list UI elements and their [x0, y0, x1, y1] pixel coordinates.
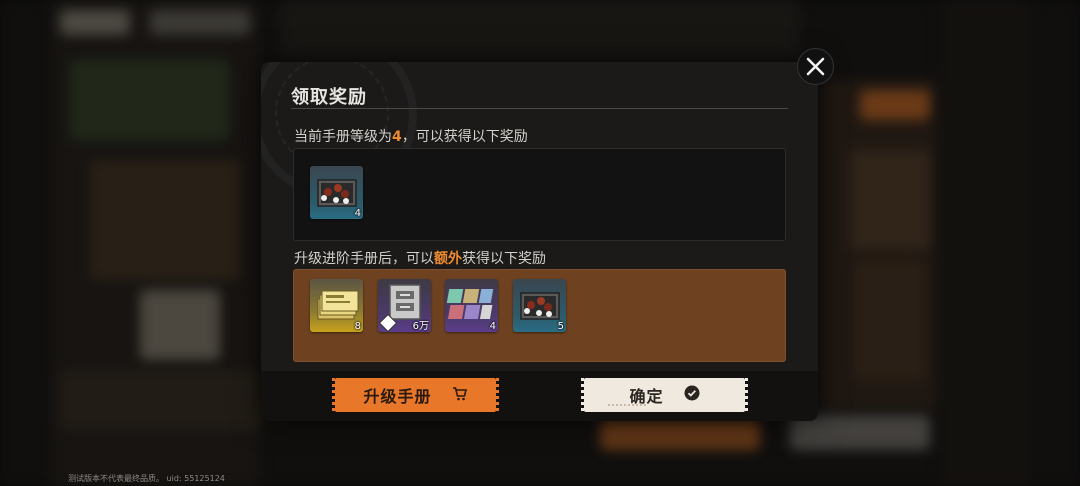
current-label-suffix: ，可以获得以下奖励: [401, 129, 528, 145]
reward-item[interactable]: 5: [513, 279, 566, 332]
title-divider: [291, 108, 788, 109]
reward-item[interactable]: 4: [310, 166, 363, 219]
close-icon: [806, 57, 825, 76]
item-quantity: 4: [489, 321, 496, 332]
upgrade-handbook-button[interactable]: 升级手册: [332, 378, 499, 412]
shopping-cart-icon: [452, 386, 468, 405]
upgrade-button-label: 升级手册: [363, 387, 432, 406]
item-quantity: 5: [557, 321, 564, 332]
upgrade-label-prefix: 升级进阶手册后，可以: [294, 251, 434, 267]
upgrade-rewards-label: 升级进阶手册后，可以额外获得以下奖励: [294, 248, 546, 268]
current-label-prefix: 当前手册等级为: [294, 129, 392, 145]
current-level-value: 4: [392, 129, 402, 145]
dialog-title: 领取奖励: [291, 87, 367, 108]
ticket-perforation: [608, 404, 648, 406]
reward-dialog: 领取奖励 当前手册等级为4，可以获得以下奖励 4 升级进阶手册后，可以额外获得以…: [261, 62, 818, 421]
current-rewards-box: 4: [293, 148, 786, 241]
build-watermark: 测试版本不代表最终品质。 uid: 55125124: [68, 474, 225, 483]
reward-item[interactable]: 8: [310, 279, 363, 332]
upgrade-label-suffix: 获得以下奖励: [462, 251, 546, 267]
reward-item[interactable]: 6万: [378, 279, 431, 332]
upgrade-rewards-box: 8 6万 4 5: [293, 269, 786, 362]
reward-item[interactable]: 4: [445, 279, 498, 332]
confirm-button[interactable]: 确定: [581, 378, 748, 412]
item-quantity: 8: [354, 321, 361, 332]
check-circle-icon: [684, 385, 700, 405]
current-rewards-label: 当前手册等级为4，可以获得以下奖励: [294, 126, 528, 146]
item-quantity: 4: [354, 208, 361, 219]
upgrade-label-highlight: 额外: [434, 251, 462, 267]
item-quantity: 6万: [412, 321, 429, 332]
close-button[interactable]: [797, 48, 834, 85]
